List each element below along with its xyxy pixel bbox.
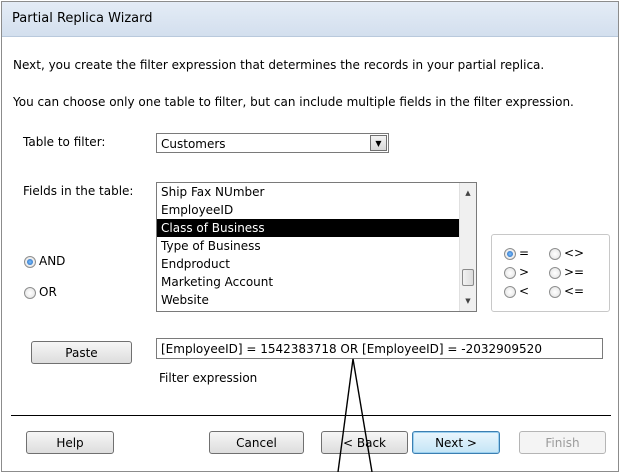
annotation-pointer — [337, 358, 373, 472]
pointer-line-left — [337, 358, 354, 472]
pointer-line-right — [352, 358, 373, 472]
